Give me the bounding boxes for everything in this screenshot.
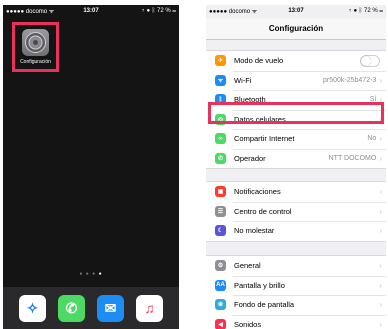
settings-group-notifications: ▣ Notificaciones › ☰ Centro de control › ☾ No m… xyxy=(206,181,386,242)
settings-row-label: Notificaciones xyxy=(234,187,281,197)
settings-screen: ●●●●● docomo ᯤ 13:07 ⇡ ● ᛒ 72 % ▭ Config… xyxy=(206,5,386,329)
settings-row-label: Fondo de pantalla xyxy=(234,300,295,310)
settings-app-label: Configuración xyxy=(20,59,51,65)
mail-icon[interactable]: ✉ xyxy=(97,294,124,322)
chevron-right-icon: › xyxy=(379,75,382,85)
moon-icon: ☾ xyxy=(215,225,226,237)
gear-icon[interactable] xyxy=(22,29,49,56)
settings-row-value: pr500k-25b472-3 xyxy=(323,76,377,84)
settings-row[interactable]: ☰ Centro de control › xyxy=(206,201,386,222)
chevron-right-icon: › xyxy=(379,319,382,329)
status-bar: ●●●●● docomo ᯤ 13:07 ⇡ ● ᛒ 72 % ▭ xyxy=(3,5,179,17)
clock: 13:07 xyxy=(83,8,99,14)
wifi-icon: ᯤ xyxy=(215,74,226,86)
settings-row[interactable]: ⚙ General › xyxy=(206,256,386,276)
settings-row-value: NTT DOCOMO xyxy=(328,154,377,162)
battery-indicator: ⇡ ● ᛒ 72 % ▭ xyxy=(348,8,384,14)
clock: 13:07 xyxy=(288,8,304,14)
display-icon: AA xyxy=(215,279,226,291)
page-title: Configuración xyxy=(206,18,386,40)
settings-row-label: No molestar xyxy=(234,226,275,236)
settings-row-label: Sonidos xyxy=(234,319,262,329)
chevron-right-icon: › xyxy=(379,206,382,216)
wallpaper-icon: ❀ xyxy=(215,299,226,311)
control-center-icon: ☰ xyxy=(215,205,226,217)
home-screen: ●●●●● docomo ᯤ 13:07 ⇡ ● ᛒ 72 % ▭ Config… xyxy=(3,5,179,329)
settings-row-value: No xyxy=(367,135,377,143)
gear-icon: ⚙ xyxy=(215,260,226,272)
settings-group-general: ⚙ General › AA Pantalla y brillo › ❀ Fondo de p… xyxy=(206,255,386,329)
chevron-right-icon: › xyxy=(379,187,382,197)
settings-row-label: Compartir Internet xyxy=(234,134,295,144)
settings-row-label: Modo de vuelo xyxy=(234,56,284,66)
status-bar: ●●●●● docomo ᯤ 13:07 ⇡ ● ᛒ 72 % ▭ xyxy=(206,5,386,17)
settings-app-highlight[interactable]: Configuración xyxy=(12,22,59,72)
chevron-right-icon: › xyxy=(379,300,382,310)
dock: ✧ ✆ ✉ ♫ xyxy=(3,287,179,329)
chevron-right-icon: › xyxy=(379,261,382,271)
settings-row-label: General xyxy=(234,261,261,271)
carrier-label: ●●●●● docomo ᯤ xyxy=(6,9,55,15)
chevron-right-icon: › xyxy=(379,153,382,163)
settings-row[interactable]: AA Pantalla y brillo › xyxy=(206,275,386,296)
hotspot-icon: ∞ xyxy=(215,133,226,145)
settings-row-label: Operador xyxy=(234,153,266,163)
settings-row[interactable]: ✆ Operador NTT DOCOMO › xyxy=(206,148,386,169)
page-indicator: ● ● ● ● xyxy=(79,271,103,277)
chevron-right-icon: › xyxy=(379,280,382,290)
speaker-icon: ◀ xyxy=(215,318,226,329)
phone-icon[interactable]: ✆ xyxy=(58,294,85,322)
settings-row[interactable]: ᯤ Wi-Fi pr500k-25b472-3 › xyxy=(206,70,386,91)
carrier-label: ●●●●● docomo ᯤ xyxy=(209,9,258,15)
settings-row[interactable]: ☾ No molestar › xyxy=(206,221,386,241)
chevron-right-icon: › xyxy=(379,226,382,236)
settings-row-label: Pantalla y brillo xyxy=(234,280,285,290)
airplane-mode-toggle[interactable] xyxy=(360,54,380,67)
music-note-icon[interactable]: ♫ xyxy=(136,294,163,322)
settings-row-label: Centro de control xyxy=(234,206,292,216)
cellular-data-highlight xyxy=(208,102,384,124)
settings-row[interactable]: ∞ Compartir Internet No › xyxy=(206,129,386,149)
settings-row-label: Wi-Fi xyxy=(234,75,252,85)
settings-row[interactable]: ✈ Modo de vuelo xyxy=(206,51,386,71)
carrier-phone-icon: ✆ xyxy=(215,152,226,164)
screenshot: ●●●●● docomo ᯤ 13:07 ⇡ ● ᛒ 72 % ▭ Config… xyxy=(0,0,388,329)
settings-row[interactable]: ◀ Sonidos › xyxy=(206,314,386,329)
notifications-icon: ▣ xyxy=(215,186,226,198)
settings-row[interactable]: ▣ Notificaciones › xyxy=(206,182,386,202)
chevron-right-icon: › xyxy=(379,134,382,144)
battery-indicator: ⇡ ● ᛒ 72 % ▭ xyxy=(141,8,177,14)
airplane-icon: ✈ xyxy=(215,55,226,67)
compass-icon[interactable]: ✧ xyxy=(19,294,46,322)
settings-row[interactable]: ❀ Fondo de pantalla › xyxy=(206,295,386,315)
